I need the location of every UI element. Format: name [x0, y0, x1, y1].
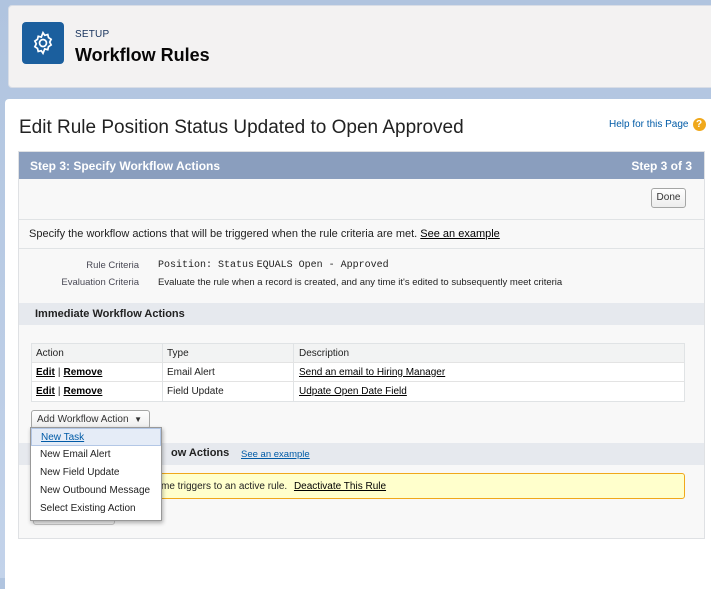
add-workflow-action-menu: New Task New Email Alert New Field Updat… — [30, 427, 162, 521]
step-bar: Step 3: Specify Workflow Actions Step 3 … — [19, 152, 704, 179]
warning-text: me triggers to an active rule. Deactivat… — [161, 481, 386, 492]
table-header-row: Action Type Description — [32, 344, 684, 363]
evaluation-criteria-label: Evaluation Criteria — [61, 277, 139, 288]
edit-link[interactable]: Edit — [36, 386, 55, 397]
table-row: Edit | Remove Email Alert Send an email … — [32, 363, 684, 382]
action-description-link[interactable]: Udpate Open Date Field — [299, 386, 407, 397]
immediate-actions-title: Immediate Workflow Actions — [35, 308, 185, 320]
type-cell: Field Update — [163, 382, 294, 401]
type-cell: Email Alert — [163, 363, 294, 381]
step-title: Step 3: Specify Workflow Actions — [30, 159, 221, 173]
action-cell: Edit | Remove — [32, 363, 163, 381]
rule-title: Edit Rule Position Status Updated to Ope… — [19, 117, 464, 138]
divider — [19, 219, 704, 220]
immediate-actions-table: Action Type Description Edit | Remove Em… — [31, 343, 685, 402]
column-header-type: Type — [163, 344, 294, 362]
column-header-action: Action — [32, 344, 163, 362]
setup-header: SETUP Workflow Rules — [8, 5, 711, 88]
gear-icon — [22, 22, 64, 64]
step-counter: Step 3 of 3 — [631, 159, 692, 173]
help-icon[interactable]: ? — [692, 118, 706, 131]
deactivate-rule-link[interactable]: Deactivate This Rule — [294, 481, 386, 492]
menu-item-new-email-alert[interactable]: New Email Alert — [31, 446, 161, 464]
menu-item-new-outbound-message[interactable]: New Outbound Message — [31, 482, 161, 500]
time-triggered-example-link[interactable]: See an example — [241, 449, 310, 460]
remove-link[interactable]: Remove — [64, 367, 103, 378]
immediate-actions-heading: Immediate Workflow Actions — [19, 303, 704, 325]
see-example-link[interactable]: See an example — [420, 228, 500, 240]
description-text: Specify the workflow actions that will b… — [29, 228, 418, 240]
table-row: Edit | Remove Field Update Udpate Open D… — [32, 382, 684, 401]
workflow-description: Specify the workflow actions that will b… — [29, 228, 500, 240]
rule-criteria-label: Rule Criteria — [86, 260, 139, 271]
evaluation-criteria-value: Evaluate the rule when a record is creat… — [158, 277, 563, 288]
remove-link[interactable]: Remove — [64, 386, 103, 397]
action-description-link[interactable]: Send an email to Hiring Manager — [299, 367, 445, 378]
rule-criteria-operator: EQUALS Open - Approved — [256, 260, 389, 271]
edit-link[interactable]: Edit — [36, 367, 55, 378]
help-link-label[interactable]: Help for this Page — [609, 119, 689, 130]
setup-label: SETUP — [75, 29, 110, 40]
page-title: Workflow Rules — [75, 45, 210, 65]
help-link[interactable]: Help for this Page ? — [609, 118, 706, 131]
action-cell: Edit | Remove — [32, 382, 163, 401]
column-header-description: Description — [299, 347, 350, 359]
time-triggered-actions-title: ow Actions — [171, 447, 230, 459]
description-cell: Udpate Open Date Field — [294, 382, 684, 401]
add-workflow-action-label: Add Workflow Action — [37, 414, 129, 425]
caret-down-icon: ▼ — [134, 415, 142, 424]
description-cell: Send an email to Hiring Manager — [294, 363, 684, 381]
done-button[interactable]: Done — [651, 188, 686, 208]
rule-criteria-field: Position: Status — [158, 260, 255, 271]
link-separator: | — [57, 366, 61, 378]
menu-item-new-field-update[interactable]: New Field Update — [31, 464, 161, 482]
rule-criteria-value: Position: Status EQUALS Open - Approved — [158, 259, 389, 271]
menu-item-new-task[interactable]: New Task — [31, 428, 161, 446]
divider — [19, 248, 704, 249]
menu-item-select-existing-action[interactable]: Select Existing Action — [31, 500, 161, 518]
link-separator: | — [57, 386, 61, 397]
warning-message-text: me triggers to an active rule. — [161, 481, 288, 492]
